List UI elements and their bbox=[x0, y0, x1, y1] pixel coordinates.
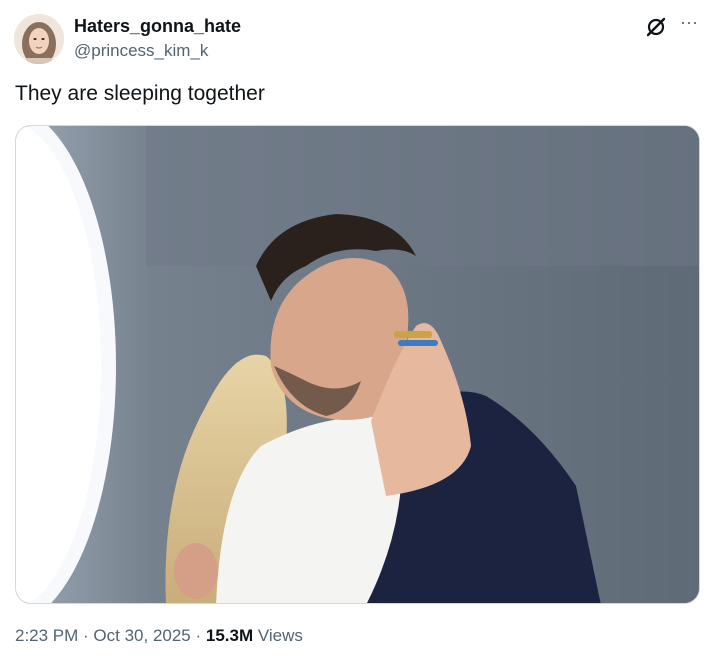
author-handle[interactable]: @princess_kim_k bbox=[74, 41, 208, 61]
photo-illustration bbox=[16, 126, 699, 603]
meta-separator: · bbox=[190, 626, 206, 645]
tweet-meta: 2:23 PM · Oct 30, 2025 · 15.3M Views bbox=[15, 626, 303, 646]
tweet-photo[interactable] bbox=[15, 125, 700, 604]
avatar[interactable] bbox=[14, 14, 64, 64]
tweet: Haters_gonna_hate @princess_kim_k ··· Th… bbox=[0, 0, 716, 664]
views-label: Views bbox=[253, 626, 303, 645]
post-date[interactable]: Oct 30, 2025 bbox=[93, 626, 190, 645]
author-display-name[interactable]: Haters_gonna_hate bbox=[74, 16, 241, 37]
profile-avatar-image bbox=[14, 14, 64, 64]
grok-icon[interactable] bbox=[645, 16, 667, 38]
views-count: 15.3M bbox=[205, 626, 254, 645]
meta-separator: · bbox=[78, 626, 94, 645]
post-time[interactable]: 2:23 PM bbox=[15, 626, 78, 645]
more-options-icon[interactable]: ··· bbox=[677, 12, 701, 36]
tweet-text: They are sleeping together bbox=[15, 82, 265, 105]
